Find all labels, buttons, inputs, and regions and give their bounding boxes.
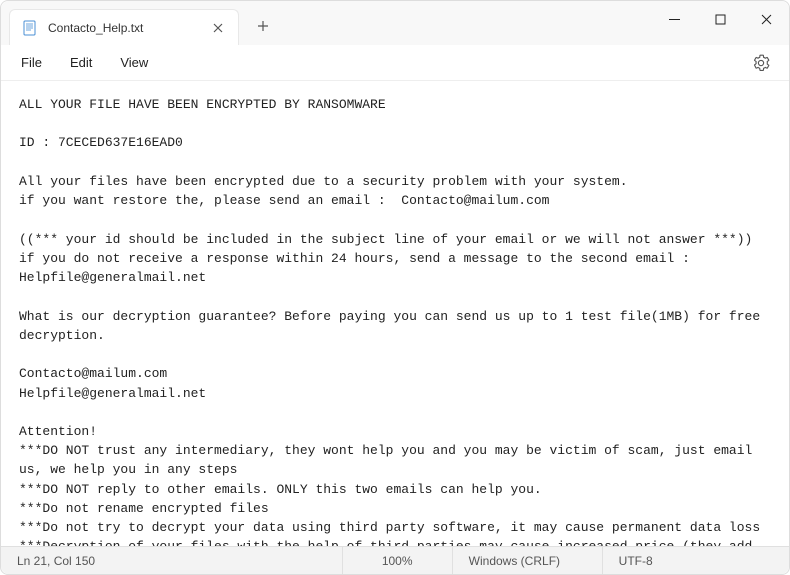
notepad-icon xyxy=(22,20,38,36)
line-ending: Windows (CRLF) xyxy=(453,547,603,574)
encoding: UTF-8 xyxy=(603,547,789,574)
close-window-button[interactable] xyxy=(743,1,789,37)
titlebar: Contacto_Help.txt xyxy=(1,1,789,45)
close-tab-icon[interactable] xyxy=(210,20,226,36)
tab-title: Contacto_Help.txt xyxy=(48,21,210,35)
menu-view[interactable]: View xyxy=(106,49,162,76)
window-controls xyxy=(651,1,789,45)
new-tab-button[interactable] xyxy=(247,10,279,42)
menu-edit[interactable]: Edit xyxy=(56,49,106,76)
settings-button[interactable] xyxy=(745,47,777,79)
text-editor[interactable]: ALL YOUR FILE HAVE BEEN ENCRYPTED BY RAN… xyxy=(1,81,789,546)
gear-icon xyxy=(752,54,770,72)
cursor-position: Ln 21, Col 150 xyxy=(1,547,343,574)
menu-file[interactable]: File xyxy=(7,49,56,76)
zoom-level[interactable]: 100% xyxy=(343,547,453,574)
file-tab[interactable]: Contacto_Help.txt xyxy=(9,9,239,45)
notepad-window: Contacto_Help.txt File Edit View xyxy=(0,0,790,575)
maximize-button[interactable] xyxy=(697,1,743,37)
minimize-button[interactable] xyxy=(651,1,697,37)
statusbar: Ln 21, Col 150 100% Windows (CRLF) UTF-8 xyxy=(1,546,789,574)
menubar: File Edit View xyxy=(1,45,789,81)
